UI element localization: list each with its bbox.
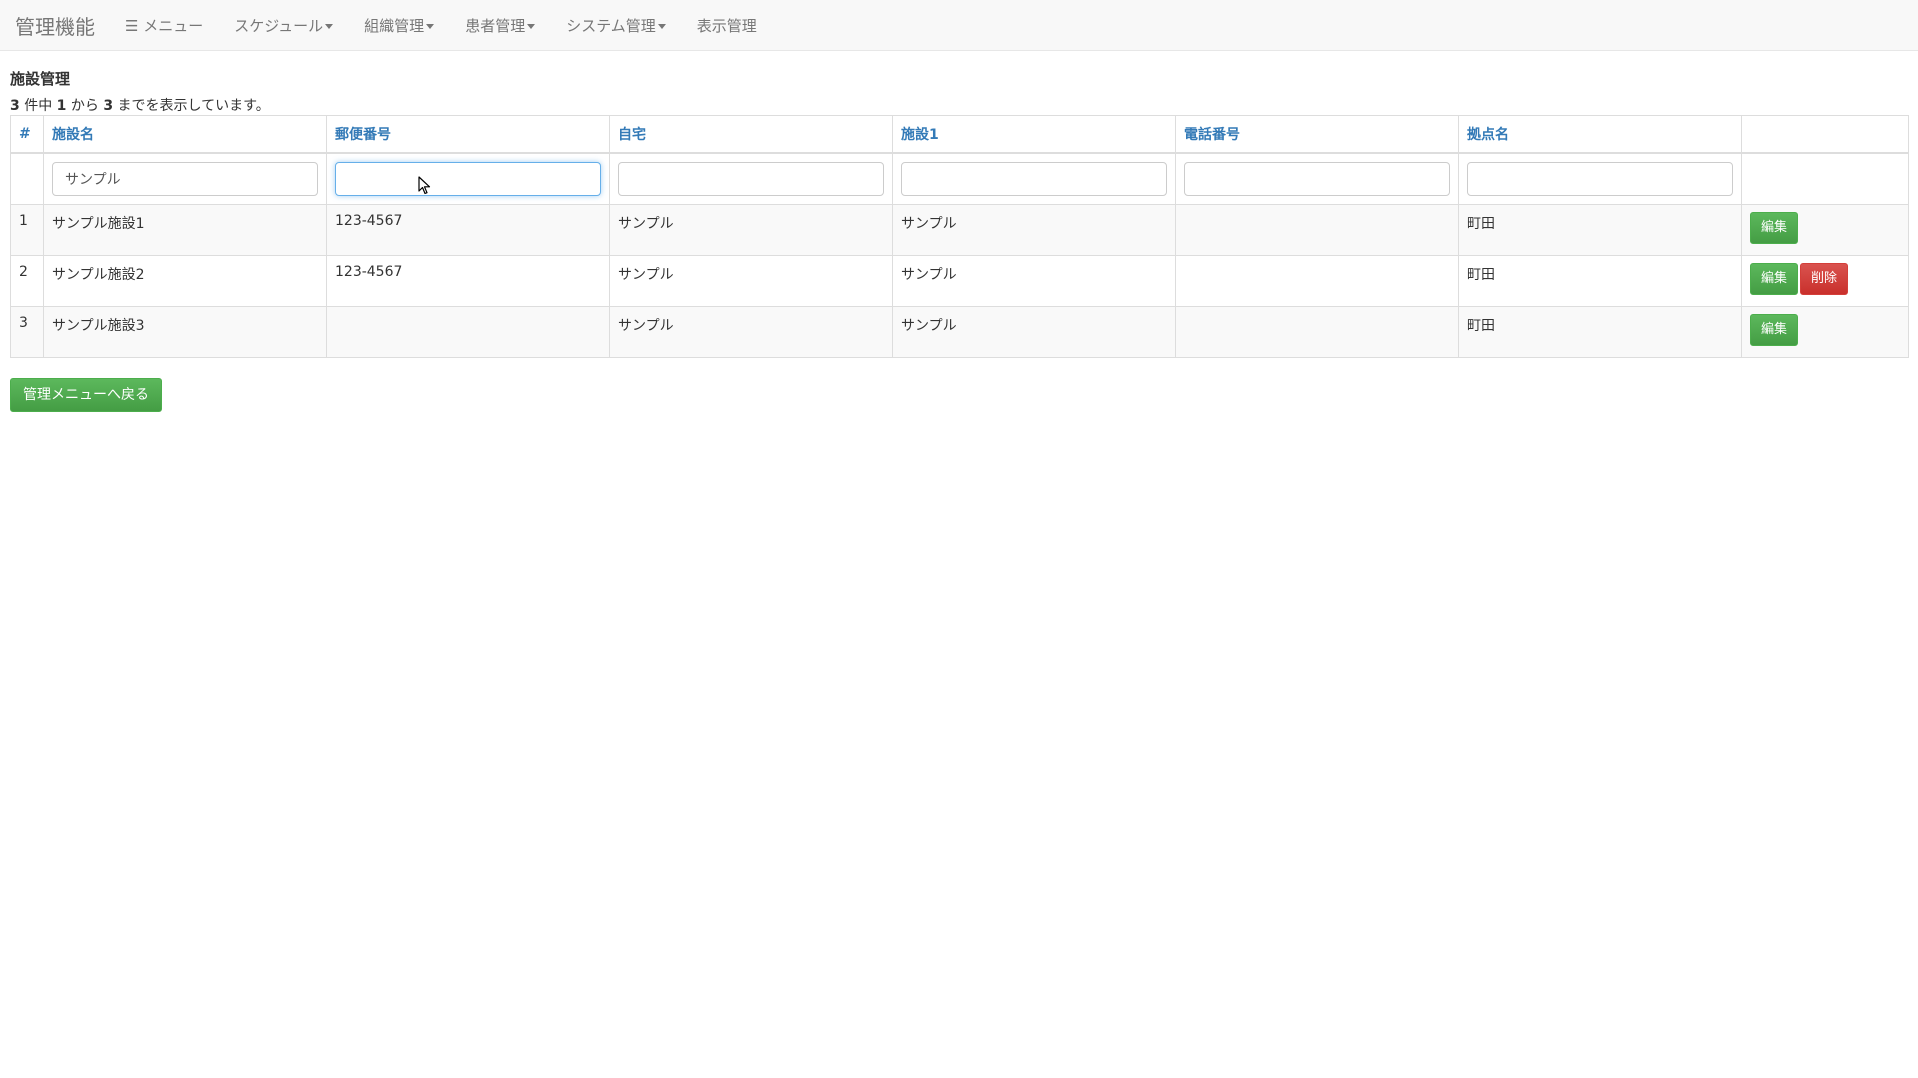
col-header-phone[interactable]: 電話番号 — [1175, 115, 1459, 154]
filter-cell — [1458, 152, 1742, 205]
cell-number: 2 — [10, 255, 44, 307]
main-content: 施設管理 3 件中 1 から 3 までを表示しています。 # 施設名 郵便番号 … — [0, 69, 1918, 412]
caret-down-icon — [325, 23, 334, 29]
filter-home-input[interactable] — [618, 161, 884, 196]
table-row: 2 サンプル施設2 123-4567 サンプル サンプル 町田 編集 削除 — [10, 255, 1909, 307]
summary-text-1: 件中 — [19, 98, 57, 114]
cell-actions: 編集 — [1741, 306, 1909, 358]
filter-postal-code-input[interactable] — [335, 161, 601, 196]
caret-down-icon — [527, 23, 536, 29]
cell-postal-code: 123-4567 — [326, 204, 610, 256]
nav-organization-label: 組織管理 — [364, 16, 425, 35]
filter-cell — [892, 152, 1176, 205]
delete-button[interactable]: 削除 — [1800, 263, 1849, 295]
filter-facility-name-input[interactable] — [52, 161, 318, 196]
caret-down-icon — [657, 23, 666, 29]
nav-schedule-dropdown[interactable]: スケジュール — [234, 15, 334, 36]
nav-patient-label: 患者管理 — [465, 16, 526, 35]
cell-facility1: サンプル — [892, 255, 1176, 307]
edit-button[interactable]: 編集 — [1750, 263, 1799, 295]
page-title: 施設管理 — [10, 70, 71, 88]
result-summary: 3 件中 1 から 3 までを表示しています。 — [10, 97, 1908, 115]
table-row: 1 サンプル施設1 123-4567 サンプル サンプル 町田 編集 — [10, 204, 1909, 256]
cell-phone — [1175, 255, 1459, 307]
back-to-admin-menu-button[interactable]: 管理メニューへ戻る — [10, 378, 162, 412]
summary-to: 3 — [103, 98, 114, 114]
table-header-row: # 施設名 郵便番号 自宅 施設1 電話番号 拠点名 — [10, 115, 1909, 154]
facility-table: # 施設名 郵便番号 自宅 施設1 電話番号 拠点名 サンプル 1 サンプル施設… — [10, 115, 1909, 358]
edit-button[interactable]: 編集 — [1750, 212, 1799, 244]
cell-home: サンプル — [609, 306, 893, 358]
cell-facility1: サンプル — [892, 306, 1176, 358]
nav-schedule-label: スケジュール — [234, 16, 324, 35]
filter-cell — [609, 152, 893, 205]
filter-row — [10, 152, 1909, 205]
nav-patient-dropdown[interactable]: 患者管理 — [465, 15, 536, 36]
filter-cell — [43, 152, 327, 205]
col-header-postal-code[interactable]: 郵便番号 — [326, 115, 610, 154]
mouse-cursor-icon — [418, 176, 431, 195]
cell-base-name: 町田 — [1458, 306, 1742, 358]
col-header-home[interactable]: 自宅 — [609, 115, 893, 154]
cell-number: 1 — [10, 204, 44, 256]
nav-display[interactable]: 表示管理 — [697, 15, 757, 36]
caret-down-icon — [426, 23, 435, 29]
col-header-number[interactable]: # — [10, 115, 44, 154]
filter-cell — [1175, 152, 1459, 205]
cell-facility-name: サンプル施設1 — [43, 204, 327, 256]
edit-button[interactable]: 編集 — [1750, 314, 1799, 346]
col-header-actions — [1741, 115, 1909, 154]
cell-facility-name: サンプル施設2 — [43, 255, 327, 307]
col-header-facility-name[interactable]: 施設名 — [43, 115, 327, 154]
cell-actions: 編集 削除 — [1741, 255, 1909, 307]
summary-from: 1 — [56, 98, 67, 114]
cell-base-name: 町田 — [1458, 255, 1742, 307]
nav-system-dropdown[interactable]: システム管理 — [566, 15, 666, 36]
nav-organization-dropdown[interactable]: 組織管理 — [364, 15, 435, 36]
filter-phone-input[interactable] — [1184, 161, 1450, 196]
col-header-facility1[interactable]: 施設1 — [892, 115, 1176, 154]
cell-number: 3 — [10, 306, 44, 358]
cell-home: サンプル — [609, 255, 893, 307]
cell-postal-code: 123-4567 — [326, 255, 610, 307]
cell-facility-name: サンプル施設3 — [43, 306, 327, 358]
brand-title[interactable]: 管理機能 — [15, 11, 95, 40]
col-header-base-name[interactable]: 拠点名 — [1458, 115, 1742, 154]
cell-facility1: サンプル — [892, 204, 1176, 256]
summary-text-2: から — [66, 98, 104, 114]
summary-total: 3 — [10, 98, 20, 114]
filter-facility1-input[interactable] — [901, 161, 1167, 196]
summary-text-3: までを表示しています。 — [113, 98, 270, 114]
filter-cell-empty — [10, 152, 44, 205]
nav-system-label: システム管理 — [566, 16, 656, 35]
top-navbar: 管理機能 ☰ メニュー スケジュール 組織管理 患者管理 システム管理 表示管理 — [0, 0, 1918, 51]
filter-cell — [326, 152, 610, 205]
filter-cell-empty — [1741, 152, 1909, 205]
cell-postal-code — [326, 306, 610, 358]
nav-menu[interactable]: ☰ メニュー — [125, 15, 203, 36]
cell-home: サンプル — [609, 204, 893, 256]
table-row: 3 サンプル施設3 サンプル サンプル 町田 編集 — [10, 306, 1909, 358]
cell-phone — [1175, 204, 1459, 256]
cell-actions: 編集 — [1741, 204, 1909, 256]
cell-base-name: 町田 — [1458, 204, 1742, 256]
cell-phone — [1175, 306, 1459, 358]
filter-base-name-input[interactable] — [1467, 161, 1733, 196]
